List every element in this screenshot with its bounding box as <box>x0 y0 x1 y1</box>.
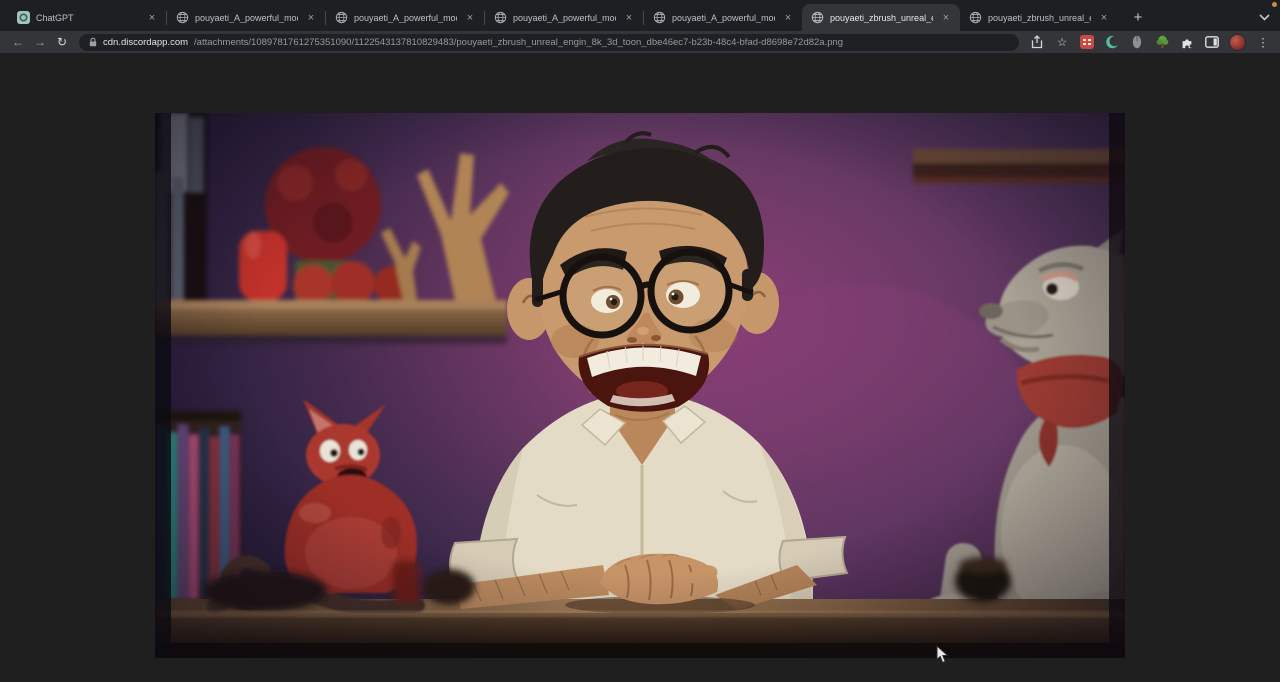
menu-icon[interactable]: ⋮ <box>1255 34 1271 50</box>
lock-icon <box>89 37 97 47</box>
viewed-image[interactable] <box>155 113 1125 658</box>
tab-title: pouyaeti_zbrush_unreal_engin <box>830 13 933 23</box>
tab-zbrush-unreal-active[interactable]: pouyaeti_zbrush_unreal_engin × <box>802 4 960 31</box>
update-indicator-dot <box>1272 2 1277 7</box>
close-icon[interactable]: × <box>463 11 477 25</box>
url-domain: cdn.discordapp.com <box>103 37 188 48</box>
mouse-extension-icon[interactable] <box>1129 34 1145 50</box>
back-button[interactable]: ← <box>9 33 27 51</box>
close-icon[interactable]: × <box>145 11 159 25</box>
page-content <box>0 53 1280 682</box>
tab-zbrush-unreal-2[interactable]: pouyaeti_zbrush_unreal_engin × <box>960 4 1118 31</box>
close-icon[interactable]: × <box>939 11 953 25</box>
tab-powerful-modern-2[interactable]: pouyaeti_A_powerful_modern × <box>326 4 484 31</box>
address-bar[interactable]: cdn.discordapp.com/attachments/108978176… <box>79 34 1019 51</box>
url-path: /attachments/1089781761275351090/1122543… <box>194 37 843 48</box>
toolbar-icons: ☆ ⋮ <box>1029 34 1271 51</box>
tab-powerful-modern-4[interactable]: pouyaeti_A_powerful_modern × <box>644 4 802 31</box>
chatgpt-favicon-icon <box>17 11 30 24</box>
reload-button[interactable]: ↻ <box>53 33 71 51</box>
tab-powerful-modern-1[interactable]: pouyaeti_A_powerful_modern × <box>167 4 325 31</box>
globe-favicon-icon <box>969 11 982 24</box>
new-tab-button[interactable]: + <box>1126 6 1150 30</box>
globe-favicon-icon <box>653 11 666 24</box>
tab-powerful-modern-3[interactable]: pouyaeti_A_powerful_modern × <box>485 4 643 31</box>
globe-favicon-icon <box>494 11 507 24</box>
browser-toolbar: ← → ↻ cdn.discordapp.com/attachments/108… <box>0 31 1280 53</box>
dark-reader-moon-icon[interactable] <box>1104 34 1120 50</box>
extensions-puzzle-icon[interactable] <box>1179 34 1195 50</box>
tab-title: pouyaeti_A_powerful_modern <box>672 13 775 23</box>
side-panel-icon[interactable] <box>1204 34 1220 50</box>
profile-avatar[interactable] <box>1229 34 1246 51</box>
globe-favicon-icon <box>811 11 824 24</box>
red-extension-icon[interactable] <box>1079 34 1095 50</box>
globe-favicon-icon <box>335 11 348 24</box>
close-icon[interactable]: × <box>304 11 318 25</box>
tab-title: pouyaeti_zbrush_unreal_engin <box>988 13 1091 23</box>
tab-chatgpt[interactable]: ChatGPT × <box>8 4 166 31</box>
tab-title: pouyaeti_A_powerful_modern <box>195 13 298 23</box>
globe-favicon-icon <box>176 11 189 24</box>
share-icon[interactable] <box>1029 34 1045 50</box>
tab-title: ChatGPT <box>36 13 139 23</box>
close-icon[interactable]: × <box>781 11 795 25</box>
tree-extension-icon[interactable] <box>1154 34 1170 50</box>
mouse-cursor <box>936 645 949 664</box>
tab-search-chevron-icon[interactable] <box>1254 8 1274 26</box>
close-icon[interactable]: × <box>1097 11 1111 25</box>
tab-strip: ChatGPT × pouyaeti_A_powerful_modern × p… <box>0 0 1280 31</box>
tab-title: pouyaeti_A_powerful_modern <box>354 13 457 23</box>
forward-button[interactable]: → <box>31 33 49 51</box>
tab-title: pouyaeti_A_powerful_modern <box>513 13 616 23</box>
vignette <box>155 113 1125 658</box>
bookmark-star-icon[interactable]: ☆ <box>1054 34 1070 50</box>
close-icon[interactable]: × <box>622 11 636 25</box>
